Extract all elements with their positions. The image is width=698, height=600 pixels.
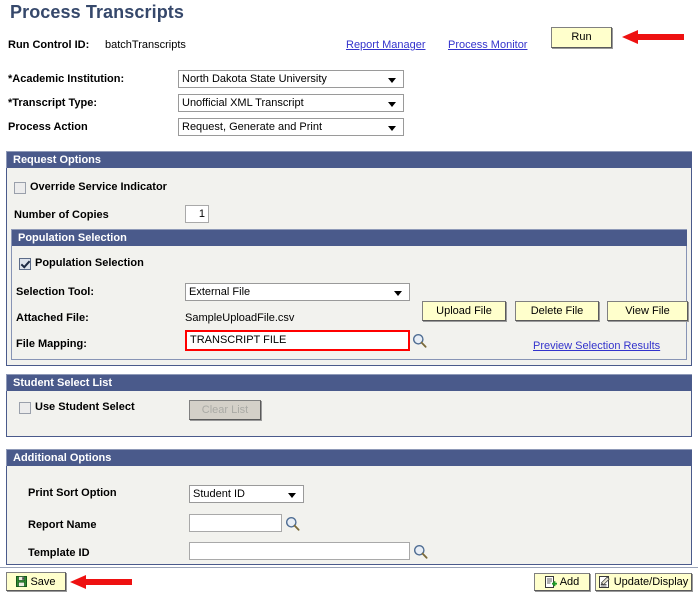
use-student-select-checkbox[interactable]	[19, 402, 31, 414]
process-action-value: Request, Generate and Print	[182, 121, 322, 133]
update-display-button[interactable]: Update/Display	[595, 573, 692, 591]
run-control-id-value: batchTranscripts	[105, 39, 186, 51]
selection-tool-select[interactable]: External File	[185, 283, 410, 301]
add-button-label: Add	[560, 573, 580, 591]
academic-institution-label: *Academic Institution:	[8, 73, 124, 85]
transcript-type-label: *Transcript Type:	[8, 97, 97, 109]
academic-institution-select[interactable]: North Dakota State University	[178, 70, 404, 88]
additional-options-header: Additional Options	[6, 449, 692, 466]
process-action-select[interactable]: Request, Generate and Print	[178, 118, 404, 136]
run-annotation-arrow	[622, 29, 684, 45]
print-sort-option-select[interactable]: Student ID	[189, 485, 304, 503]
attached-file-label: Attached File:	[16, 312, 89, 324]
file-mapping-input[interactable]: TRANSCRIPT FILE	[185, 330, 410, 351]
attached-file-value: SampleUploadFile.csv	[185, 312, 294, 324]
file-mapping-label: File Mapping:	[16, 338, 87, 350]
upload-file-button[interactable]: Upload File	[422, 301, 506, 321]
print-sort-option-label: Print Sort Option	[28, 487, 117, 499]
view-file-button[interactable]: View File	[607, 301, 688, 321]
chevron-down-icon	[388, 126, 396, 131]
chevron-down-icon	[288, 493, 296, 498]
report-name-input[interactable]	[189, 514, 282, 532]
template-id-input[interactable]	[189, 542, 410, 560]
chevron-down-icon	[388, 78, 396, 83]
chevron-down-icon	[394, 291, 402, 296]
request-options-header: Request Options	[6, 151, 692, 168]
report-manager-link[interactable]: Report Manager	[346, 39, 426, 51]
population-selection-label: Population Selection	[35, 257, 144, 269]
run-button[interactable]: Run	[551, 27, 612, 48]
report-name-lookup-icon[interactable]	[285, 516, 300, 531]
print-sort-option-value: Student ID	[193, 488, 245, 500]
process-action-label: Process Action	[8, 121, 88, 133]
override-service-indicator-checkbox[interactable]	[14, 182, 26, 194]
add-document-icon	[545, 576, 557, 588]
override-service-indicator-label: Override Service Indicator	[30, 181, 167, 193]
update-pencil-icon	[599, 576, 611, 588]
population-selection-header: Population Selection	[11, 229, 687, 246]
transcript-type-select[interactable]: Unofficial XML Transcript	[178, 94, 404, 112]
chevron-down-icon	[388, 102, 396, 107]
file-mapping-lookup-icon[interactable]	[412, 333, 427, 348]
report-name-label: Report Name	[28, 519, 96, 531]
number-of-copies-label: Number of Copies	[14, 209, 109, 221]
delete-file-button[interactable]: Delete File	[515, 301, 599, 321]
transcript-type-value: Unofficial XML Transcript	[182, 97, 304, 109]
student-select-list-header: Student Select List	[6, 374, 692, 391]
use-student-select-label: Use Student Select	[35, 401, 135, 413]
template-id-label: Template ID	[28, 547, 90, 559]
population-selection-checkbox[interactable]	[19, 258, 31, 270]
add-button[interactable]: Add	[534, 573, 590, 591]
run-control-id-label: Run Control ID:	[8, 39, 89, 51]
save-button[interactable]: Save	[6, 572, 66, 591]
page-title: Process Transcripts	[10, 2, 184, 23]
update-display-button-label: Update/Display	[614, 573, 689, 591]
save-annotation-arrow	[70, 574, 132, 590]
academic-institution-value: North Dakota State University	[182, 73, 327, 85]
preview-selection-results-link[interactable]: Preview Selection Results	[533, 340, 660, 352]
selection-tool-label: Selection Tool:	[16, 286, 94, 298]
save-floppy-icon	[16, 576, 27, 587]
number-of-copies-input[interactable]: 1	[185, 205, 209, 223]
process-monitor-link[interactable]: Process Monitor	[448, 39, 527, 51]
template-id-lookup-icon[interactable]	[413, 544, 428, 559]
save-button-label: Save	[30, 573, 55, 591]
clear-list-button: Clear List	[189, 400, 261, 420]
selection-tool-value: External File	[189, 286, 250, 298]
footer-divider	[0, 567, 698, 568]
